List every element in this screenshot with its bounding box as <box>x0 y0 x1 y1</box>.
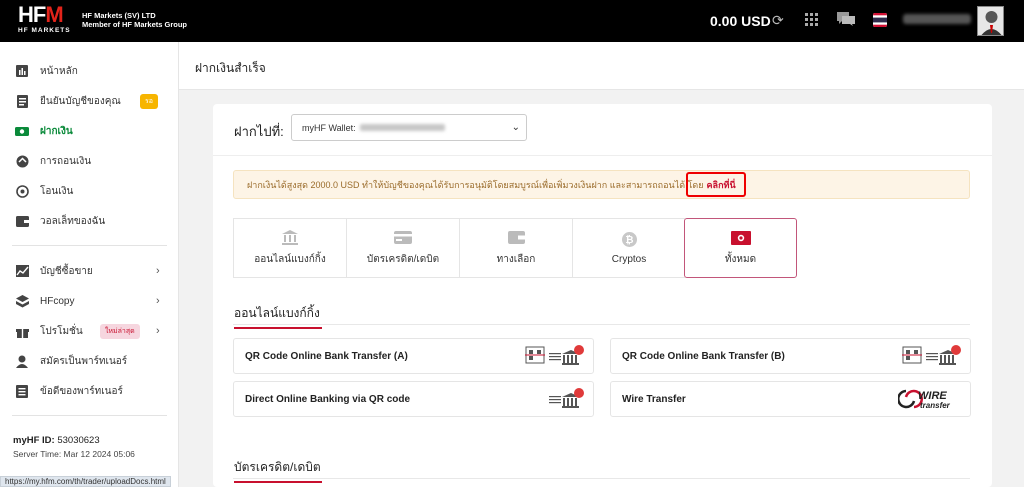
method-qr-bank-a[interactable]: QR Code Online Bank Transfer (A) <box>233 338 594 374</box>
card-divider <box>213 155 992 156</box>
page-title: ฝากเงินสำเร็จ <box>195 61 266 75</box>
cash-icon <box>730 230 751 246</box>
hfcopy-icon <box>15 294 29 308</box>
chat-icon[interactable] <box>837 12 855 26</box>
deposit-card: ฝากไปที่: myHF Wallet: ⌄ ฝากเงินได้สูงสุ… <box>213 104 992 487</box>
sidebar-item-wallet[interactable]: วอลเล็ทของฉัน <box>0 206 179 236</box>
account-balance: 0.00 USD <box>710 13 771 29</box>
server-time: Server Time: Mar 12 2024 05:06 <box>13 449 135 459</box>
deposit-icon <box>15 124 29 138</box>
top-bar: HFM HF MARKETS HF Markets (SV) LTD Membe… <box>0 0 1024 42</box>
sidebar-item-withdraw[interactable]: การถอนเงิน <box>0 146 179 176</box>
chevron-right-icon: › <box>156 325 160 337</box>
svg-text:₿: ₿ <box>625 234 633 246</box>
method-wire-transfer[interactable]: Wire Transfer WIRE transfer <box>610 381 971 417</box>
tab-alternative[interactable]: ทางเลือก <box>459 218 572 278</box>
sidebar-item-hfcopy[interactable]: HFcopy › <box>0 286 179 316</box>
wallet-id-blurred <box>359 124 445 131</box>
account-id: myHF ID: 53030623 <box>13 435 100 446</box>
wallet-alt-icon <box>507 230 525 246</box>
company-name: HF Markets (SV) LTD Member of HF Markets… <box>82 11 188 29</box>
bank-icon <box>282 230 298 246</box>
list-icon <box>15 384 29 398</box>
sidebar: หน้าหลัก ยืนยันบัญชีของคุณ รอ ฝากเงิน กา… <box>0 42 179 487</box>
gift-icon <box>15 324 29 338</box>
username-blurred[interactable] <box>903 14 971 24</box>
sidebar-item-trading-accounts[interactable]: บัญชีซื้อขาย › <box>0 256 179 286</box>
sidebar-item-deposit[interactable]: ฝากเงิน <box>0 116 179 146</box>
tab-online-banking[interactable]: ออนไลน์แบงก์กิ้ง <box>233 218 346 278</box>
chevron-right-icon: › <box>156 295 160 307</box>
svg-text:transfer: transfer <box>920 401 951 410</box>
tab-cryptos[interactable]: ₿ Cryptos <box>572 218 685 278</box>
dashboard-icon <box>15 64 29 78</box>
refresh-icon[interactable]: ⟳ <box>772 12 784 29</box>
wire-transfer-logo: WIRE transfer <box>898 387 962 411</box>
bank-transfer-icon <box>549 387 585 411</box>
sidebar-item-verify[interactable]: ยืนยันบัญชีของคุณ รอ <box>0 86 179 116</box>
avatar[interactable] <box>977 6 1004 36</box>
wallet-select[interactable]: myHF Wallet: ⌄ <box>291 114 527 141</box>
id-card-icon <box>15 94 29 108</box>
deposit-to-label: ฝากไปที่: <box>234 124 284 139</box>
chevron-right-icon: › <box>156 265 160 277</box>
sidebar-item-become-partner[interactable]: สมัครเป็นพาร์ทเนอร์ <box>0 346 179 376</box>
section-divider <box>233 478 970 479</box>
wallet-icon <box>15 214 29 228</box>
credit-card-icon <box>394 230 412 246</box>
transfer-icon <box>15 184 29 198</box>
sidebar-item-home[interactable]: หน้าหลัก <box>0 56 179 86</box>
qr-bank-icon <box>902 344 962 368</box>
hfm-logo[interactable]: HFM HF MARKETS <box>18 4 78 38</box>
click-here-link[interactable]: คลิกที่นี่ <box>707 178 736 192</box>
method-qr-bank-b[interactable]: QR Code Online Bank Transfer (B) <box>610 338 971 374</box>
section-divider <box>233 324 970 325</box>
tab-all[interactable]: ทั้งหมด <box>684 218 797 278</box>
bitcoin-icon: ₿ <box>621 232 637 248</box>
sidebar-item-partner-benefits[interactable]: ข้อดีของพาร์ทเนอร์ <box>0 376 179 406</box>
chart-icon <box>15 264 29 278</box>
browser-status-url: https://my.hfm.com/th/trader/uploadDocs.… <box>0 476 171 487</box>
pending-badge: รอ <box>140 93 158 109</box>
user-icon <box>15 354 29 368</box>
withdraw-icon <box>15 154 29 168</box>
method-direct-online-banking[interactable]: Direct Online Banking via QR code <box>233 381 594 417</box>
thai-flag-icon[interactable] <box>873 13 887 27</box>
sidebar-item-transfer[interactable]: โอนเงิน <box>0 176 179 206</box>
qr-bank-icon <box>525 344 585 368</box>
sidebar-divider <box>12 245 167 246</box>
apps-icon[interactable] <box>805 13 818 26</box>
sidebar-item-promotions[interactable]: โปรโมชั่น ใหม่ล่าสุด › <box>0 316 179 346</box>
new-badge: ใหม่ล่าสุด <box>100 323 140 339</box>
page-header: ฝากเงินสำเร็จ <box>179 42 1024 90</box>
payment-category-tabs: ออนไลน์แบงก์กิ้ง บัตรเครดิต/เดบิต ทางเลื… <box>233 218 801 278</box>
chevron-down-icon: ⌄ <box>511 122 520 133</box>
deposit-limit-notice: ฝากเงินได้สูงสุด 2000.0 USD ทำให้บัญชีขอ… <box>233 170 970 199</box>
tab-credit-card[interactable]: บัตรเครดิต/เดบิต <box>346 218 459 278</box>
sidebar-divider <box>12 415 167 416</box>
